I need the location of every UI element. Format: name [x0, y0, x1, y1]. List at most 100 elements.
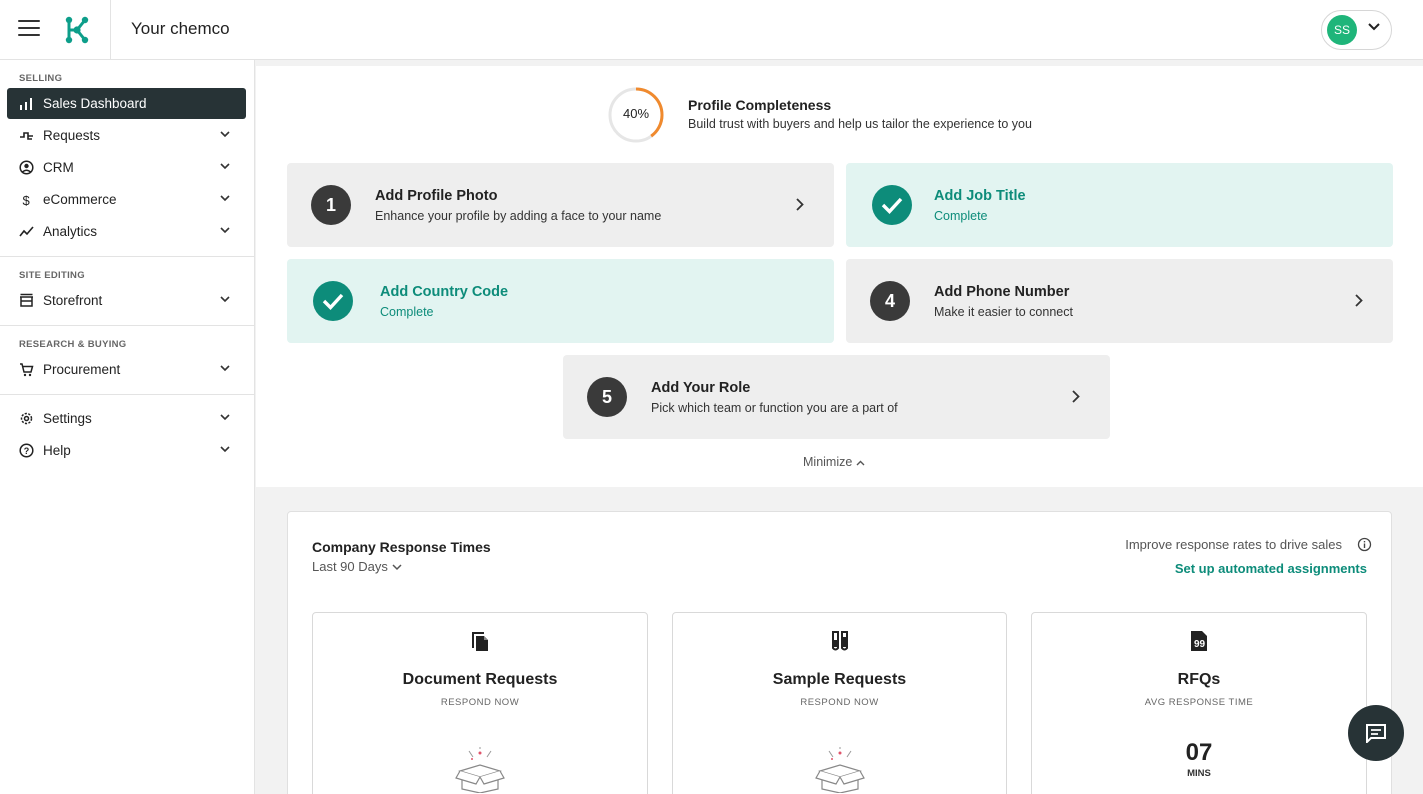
sidebar-item-label: Storefront: [43, 293, 103, 308]
chevron-down-icon: [220, 365, 230, 372]
task-title: Add Job Title: [934, 188, 1026, 204]
response-times-panel: Company Response Times Last 90 Days Impr…: [287, 511, 1392, 794]
svg-text:99: 99: [1194, 639, 1206, 650]
task-add-job-title[interactable]: Add Job Title Complete: [846, 163, 1393, 247]
storefront-icon: [20, 293, 33, 307]
chevron-down-icon: [220, 163, 230, 170]
test-tubes-icon: [831, 631, 848, 651]
profile-completeness-title: Profile Completeness: [688, 97, 832, 113]
profile-percent: 40%: [622, 106, 650, 121]
task-subtitle: Pick which team or function you are a pa…: [651, 401, 898, 415]
gear-icon: [20, 412, 33, 425]
metric-title: RFQs: [1177, 671, 1221, 688]
chevron-down-icon: [220, 195, 230, 202]
task-subtitle: Make it easier to connect: [934, 305, 1073, 319]
sidebar-divider: [0, 394, 254, 395]
document-copy-icon: [472, 632, 488, 651]
empty-box-icon: [455, 747, 505, 793]
chevron-down-icon: [391, 564, 402, 571]
chevron-down-icon: [1368, 23, 1380, 31]
avatar: SS: [1327, 15, 1357, 45]
task-add-phone-number[interactable]: 4 Add Phone Number Make it easier to con…: [846, 259, 1393, 343]
section-label-research: RESEARCH & BUYING: [19, 339, 127, 350]
section-label-site-editing: SITE EDITING: [19, 270, 85, 281]
response-hint: Improve response rates to drive sales: [1125, 537, 1342, 552]
metric-subtitle: AVG RESPONSE TIME: [1144, 697, 1254, 708]
requests-icon: [20, 132, 33, 140]
setup-assignments-link[interactable]: Set up automated assignments: [1175, 561, 1367, 576]
empty-box-icon: [814, 747, 865, 793]
sidebar-item-analytics[interactable]: Analytics: [7, 216, 246, 247]
dollar-icon: $: [23, 193, 31, 207]
chevron-down-icon: [220, 131, 230, 138]
sidebar-item-help[interactable]: ? Help: [7, 435, 246, 466]
metric-unit: MINS: [1187, 768, 1211, 779]
date-range-dropdown[interactable]: Last 90 Days: [312, 559, 402, 574]
section-label-selling: SELLING: [19, 73, 63, 84]
metric-value: 07: [1185, 739, 1213, 766]
metric-card-rfqs[interactable]: 99 RFQs AVG RESPONSE TIME 07 MINS: [1031, 612, 1367, 794]
chat-icon: [1366, 724, 1386, 743]
task-subtitle: Complete: [934, 209, 988, 223]
sidebar-item-label: Sales Dashboard: [43, 96, 147, 111]
metric-card-sample-requests[interactable]: Sample Requests RESPOND NOW: [672, 612, 1007, 794]
sidebar-item-storefront[interactable]: Storefront: [7, 285, 246, 316]
task-title: Add Phone Number: [934, 284, 1070, 300]
sidebar-item-label: Procurement: [43, 362, 121, 377]
chevron-up-icon: [856, 460, 865, 466]
sidebar-item-procurement[interactable]: Procurement: [7, 354, 246, 385]
brand-logo[interactable]: [64, 16, 90, 44]
info-icon[interactable]: [1357, 537, 1372, 552]
check-icon: [313, 281, 353, 321]
sidebar-item-label: CRM: [43, 160, 74, 175]
quote-file-icon: 99: [1191, 631, 1207, 651]
chat-button[interactable]: [1348, 705, 1404, 761]
task-add-profile-photo[interactable]: 1 Add Profile Photo Enhance your profile…: [287, 163, 834, 247]
sidebar-item-sales-dashboard[interactable]: Sales Dashboard: [7, 88, 246, 119]
cart-icon: [20, 363, 34, 377]
metric-subtitle: RESPOND NOW: [440, 697, 520, 708]
sidebar-item-requests[interactable]: Requests: [7, 120, 246, 151]
sidebar-item-label: Settings: [43, 411, 92, 426]
chevron-right-icon: [1355, 294, 1363, 307]
sidebar-item-settings[interactable]: Settings: [7, 403, 246, 434]
chevron-right-icon: [796, 198, 804, 211]
svg-text:$: $: [23, 193, 31, 207]
metric-title: Sample Requests: [772, 671, 907, 688]
profile-completeness-subtitle: Build trust with buyers and help us tail…: [688, 117, 1032, 131]
minimize-label: Minimize: [803, 455, 853, 469]
chevron-down-icon: [220, 414, 230, 421]
top-bar: Your chemco SS: [0, 0, 1423, 60]
check-icon: [872, 185, 912, 225]
metric-card-document-requests[interactable]: Document Requests RESPOND NOW: [312, 612, 648, 794]
step-number: 5: [587, 377, 627, 417]
sidebar: SELLING Sales Dashboard Requests CRM $ e…: [0, 60, 255, 794]
task-title: Add Your Role: [651, 380, 751, 396]
sidebar-divider: [0, 256, 254, 257]
help-icon: ?: [19, 443, 34, 458]
task-add-your-role[interactable]: 5 Add Your Role Pick which team or funct…: [563, 355, 1110, 439]
app-title: Your chemco: [131, 19, 230, 38]
metric-subtitle: RESPOND NOW: [800, 697, 879, 708]
sidebar-item-label: eCommerce: [43, 192, 117, 207]
chevron-right-icon: [1072, 390, 1080, 403]
task-title: Add Profile Photo: [375, 188, 498, 204]
sidebar-divider: [0, 325, 254, 326]
profile-completeness-panel: 40% Profile Completeness Build trust wit…: [256, 66, 1423, 487]
user-circle-icon: [19, 160, 34, 175]
account-menu-button[interactable]: SS: [1321, 10, 1392, 50]
step-number: 4: [870, 281, 910, 321]
sidebar-item-label: Help: [43, 443, 71, 458]
header-divider: [110, 0, 111, 60]
task-add-country-code[interactable]: Add Country Code Complete: [287, 259, 834, 343]
sidebar-item-ecommerce[interactable]: $ eCommerce: [7, 184, 246, 215]
sidebar-item-label: Analytics: [43, 224, 98, 239]
chevron-down-icon: [220, 446, 230, 453]
sidebar-item-crm[interactable]: CRM: [7, 152, 246, 183]
menu-icon[interactable]: [18, 20, 40, 38]
bar-chart-icon: [20, 98, 32, 110]
minimize-button[interactable]: Minimize: [803, 455, 865, 469]
task-subtitle: Enhance your profile by adding a face to…: [375, 209, 662, 223]
metric-title: Document Requests: [402, 671, 558, 688]
svg-text:?: ?: [24, 446, 30, 456]
